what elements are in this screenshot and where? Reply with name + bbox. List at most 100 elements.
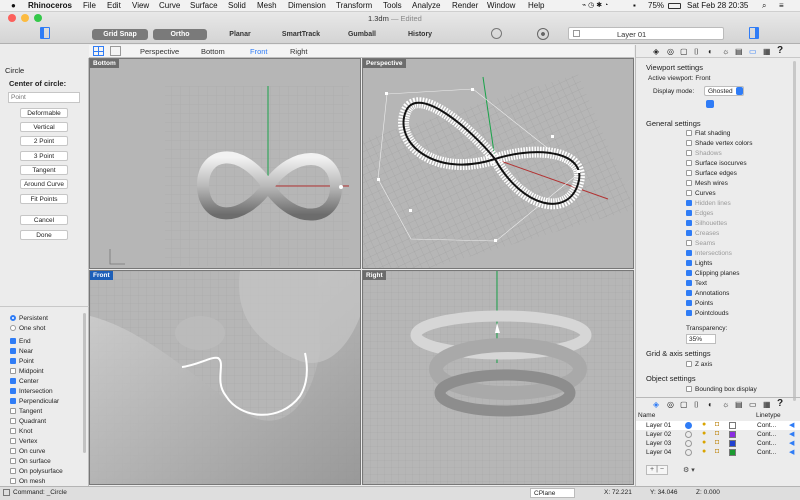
setting-row[interactable]: Intersections — [686, 250, 732, 257]
setting-row[interactable]: Annotations — [686, 290, 729, 297]
osnap-item[interactable]: Point — [10, 358, 34, 365]
osnap-item[interactable]: Quadrant — [10, 418, 46, 425]
layer-name-header[interactable]: Name — [638, 412, 655, 419]
setting-checkbox[interactable] — [686, 150, 692, 156]
display-tab-icon[interactable]: ▭ — [749, 47, 757, 56]
object-panel-icon[interactable]: ▢ — [680, 400, 688, 409]
lightbulb-icon[interactable]: ● — [702, 439, 706, 446]
osnap-item[interactable]: Near — [10, 348, 33, 355]
setting-row[interactable]: Creases — [686, 230, 719, 237]
setting-row[interactable]: Curves — [686, 190, 716, 197]
lightbulb-icon[interactable]: ● — [702, 430, 706, 437]
setting-checkbox[interactable] — [686, 130, 692, 136]
persistent-radio[interactable] — [10, 315, 16, 321]
menu-dimension[interactable]: Dimension — [288, 1, 326, 10]
current-layer-selector[interactable]: Layer 01 — [568, 27, 724, 40]
viewport-bottom[interactable]: Bottom — [89, 58, 361, 269]
undo-view-icon[interactable] — [491, 28, 502, 39]
viewport-right[interactable]: Right — [362, 270, 634, 485]
three-point-button[interactable]: 3 Point — [20, 151, 68, 161]
lock-icon[interactable]: ◘ — [715, 448, 719, 455]
viewport-label-right[interactable]: Right — [363, 271, 386, 280]
menu-tools[interactable]: Tools — [383, 1, 402, 10]
transparency-input[interactable]: 35% — [686, 334, 716, 344]
close-window-button[interactable] — [8, 14, 16, 22]
menu-analyze[interactable]: Analyze — [412, 1, 440, 10]
camera-tab-icon[interactable]: ⌷ — [694, 47, 699, 57]
osnap-checkbox[interactable] — [10, 448, 16, 454]
setting-checkbox[interactable] — [686, 190, 692, 196]
help-panel-icon[interactable]: ? — [777, 398, 783, 409]
setting-row[interactable]: Shade vertex colors — [686, 140, 752, 147]
z-axis-row[interactable]: Z axis — [686, 361, 712, 368]
osnap-item[interactable]: Knot — [10, 428, 32, 435]
osnap-item[interactable]: On polysurface — [10, 468, 63, 475]
layer-color-swatch[interactable] — [729, 440, 736, 447]
layer-options-gear-icon[interactable]: ⚙ ▾ — [683, 466, 695, 474]
gumball-toggle[interactable]: Gumball — [337, 29, 387, 40]
right-view-canvas[interactable] — [363, 271, 634, 485]
display-mode-select[interactable]: Ghosted — [704, 86, 744, 96]
menu-solid[interactable]: Solid — [228, 1, 246, 10]
osnap-item[interactable]: On surface — [10, 458, 51, 465]
layer-print-color-icon[interactable]: ◀ — [789, 448, 794, 456]
setting-row[interactable]: Points — [686, 300, 713, 307]
menu-edit[interactable]: Edit — [107, 1, 121, 10]
setting-row[interactable]: Surface isocurves — [686, 160, 747, 167]
setting-checkbox[interactable] — [686, 300, 692, 306]
z-axis-checkbox[interactable] — [686, 361, 692, 367]
osnap-checkbox[interactable] — [10, 358, 16, 364]
setting-row[interactable]: Edges — [686, 210, 713, 217]
layer-color-swatch[interactable] — [729, 431, 736, 438]
display-mode-options-icon[interactable] — [706, 100, 714, 108]
osnap-item[interactable]: On curve — [10, 448, 45, 455]
viewport-perspective[interactable]: Perspective — [362, 58, 634, 269]
perspective-view-canvas[interactable] — [363, 59, 634, 269]
history-toggle[interactable]: History — [398, 29, 442, 40]
grid-snap-toggle[interactable]: Grid Snap — [92, 29, 148, 40]
osnap-checkbox[interactable] — [10, 428, 16, 434]
osnap-checkbox[interactable] — [10, 338, 16, 344]
record-icon[interactable] — [537, 28, 549, 40]
lightbulb-icon[interactable]: ● — [702, 448, 706, 455]
viewport-front[interactable]: Front — [89, 270, 361, 485]
setting-row[interactable]: Pointclouds — [686, 310, 729, 317]
layer-print-color-icon[interactable]: ◀ — [789, 439, 794, 447]
setting-checkbox[interactable] — [686, 270, 692, 276]
menu-curve[interactable]: Curve — [159, 1, 180, 10]
add-remove-layer-button[interactable]: + | − — [646, 465, 668, 475]
app-menu[interactable]: Rhinoceros — [28, 1, 72, 10]
setting-row[interactable]: Shadows — [686, 150, 722, 157]
osnap-item[interactable]: Tangent — [10, 408, 42, 415]
setting-checkbox[interactable] — [686, 220, 692, 226]
materials-tab-icon[interactable]: ◎ — [667, 47, 674, 56]
lock-icon[interactable]: ◘ — [715, 439, 719, 446]
osnap-scrollbar[interactable] — [83, 313, 86, 453]
toggle-right-panel-icon[interactable] — [749, 27, 759, 39]
one-shot-radio[interactable] — [10, 325, 16, 331]
search-icon[interactable]: ⌕ — [762, 1, 766, 11]
document-tab-icon[interactable]: ▤ — [735, 47, 743, 56]
flag-icon[interactable]: ▪ — [633, 1, 636, 10]
osnap-checkbox[interactable] — [10, 418, 16, 424]
cancel-button[interactable]: Cancel — [20, 215, 68, 225]
point-input[interactable] — [8, 92, 80, 103]
grid-tab-icon[interactable]: ▦ — [763, 47, 771, 56]
deformable-button[interactable]: Deformable — [20, 108, 68, 118]
setting-checkbox[interactable] — [686, 260, 692, 266]
setting-row[interactable]: Hidden lines — [686, 200, 731, 207]
zoom-window-button[interactable] — [34, 14, 42, 22]
two-point-button[interactable]: 2 Point — [20, 136, 68, 146]
menu-view[interactable]: View — [132, 1, 149, 10]
help-tab-icon[interactable]: ? — [777, 45, 783, 56]
layer-row[interactable]: Layer 03 ● ◘ Cont... ◀ — [636, 439, 800, 448]
setting-row[interactable]: Surface edges — [686, 170, 737, 177]
layer-row[interactable]: Layer 04 ● ◘ Cont... ◀ — [636, 448, 800, 457]
fit-points-button[interactable]: Fit Points — [20, 194, 68, 204]
tab-perspective[interactable]: Perspective — [140, 47, 179, 56]
layer-linetype-header[interactable]: Linetype — [756, 412, 781, 419]
document-panel-icon[interactable]: ▤ — [735, 400, 743, 409]
osnap-checkbox[interactable] — [10, 468, 16, 474]
osnap-item[interactable]: End — [10, 338, 31, 345]
tangent-button[interactable]: Tangent — [20, 165, 68, 175]
